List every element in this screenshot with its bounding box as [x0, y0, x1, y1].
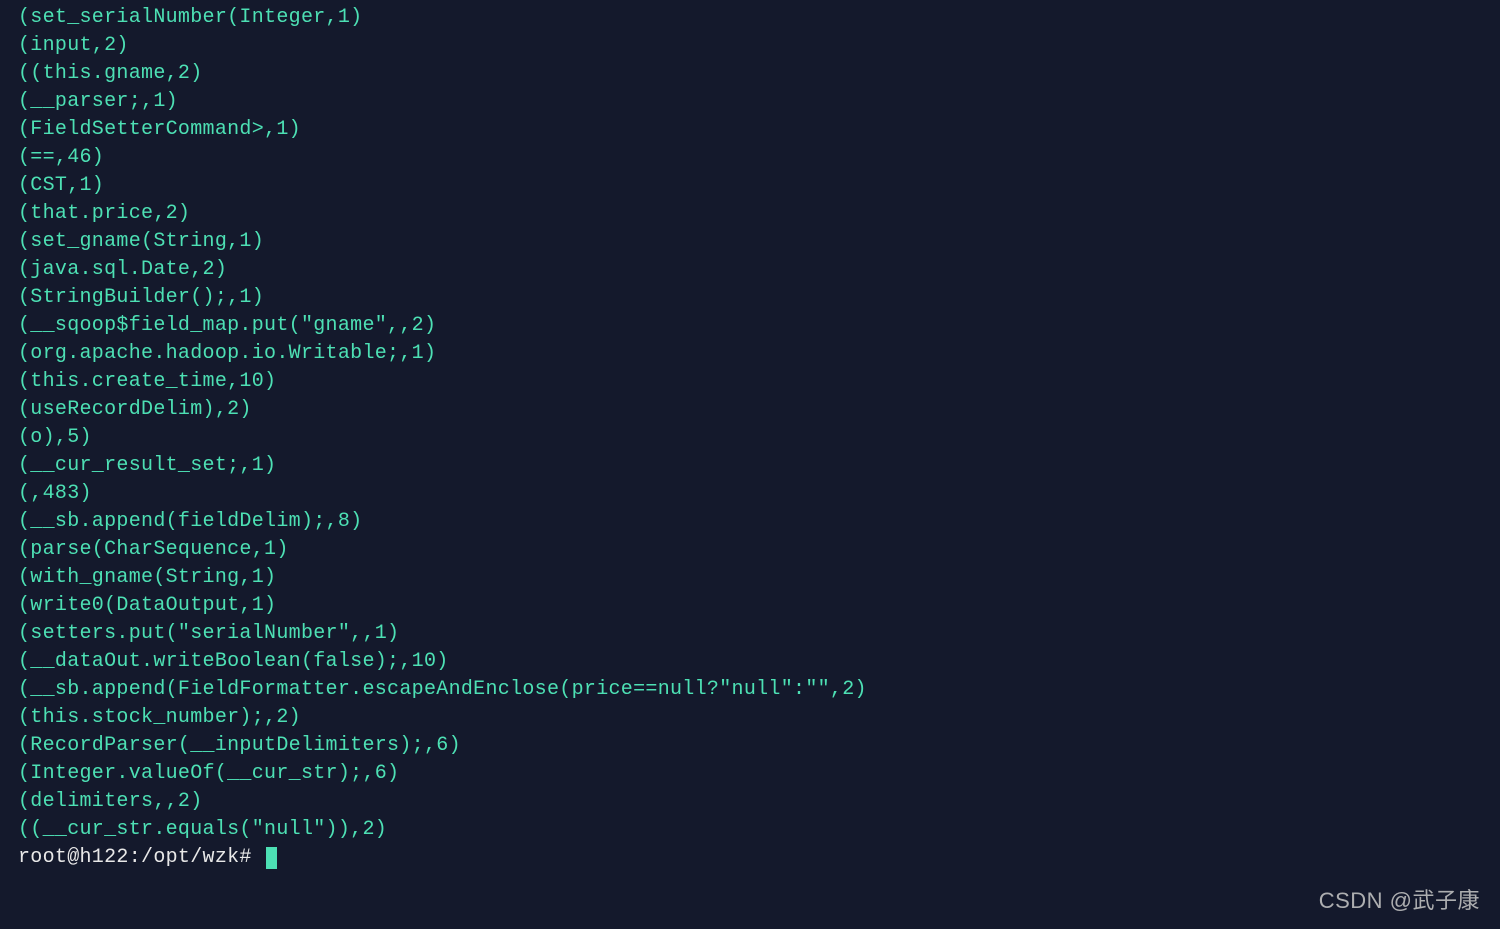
- terminal-line: (set_gname(String,1): [18, 228, 1482, 256]
- terminal-line: (__dataOut.writeBoolean(false);,10): [18, 648, 1482, 676]
- prompt-text: root@h122:/opt/wzk#: [18, 844, 264, 872]
- terminal-line: (this.stock_number);,2): [18, 704, 1482, 732]
- terminal-line: (o),5): [18, 424, 1482, 452]
- terminal-line: (parse(CharSequence,1): [18, 536, 1482, 564]
- terminal-line: (__sqoop$field_map.put("gname",,2): [18, 312, 1482, 340]
- terminal-line: (input,2): [18, 32, 1482, 60]
- terminal-line: ((__cur_str.equals("null")),2): [18, 816, 1482, 844]
- terminal-line: (setters.put("serialNumber",,1): [18, 620, 1482, 648]
- terminal-line: (FieldSetterCommand>,1): [18, 116, 1482, 144]
- terminal-line: ((this.gname,2): [18, 60, 1482, 88]
- terminal-line: (__cur_result_set;,1): [18, 452, 1482, 480]
- terminal-line: (__parser;,1): [18, 88, 1482, 116]
- terminal-line: (__sb.append(fieldDelim);,8): [18, 508, 1482, 536]
- terminal-line: (with_gname(String,1): [18, 564, 1482, 592]
- terminal-line: (useRecordDelim),2): [18, 396, 1482, 424]
- terminal-output: (set_serialNumber(Integer,1)(input,2)((t…: [18, 4, 1482, 844]
- terminal-line: (java.sql.Date,2): [18, 256, 1482, 284]
- terminal-line: (,483): [18, 480, 1482, 508]
- terminal-line: (==,46): [18, 144, 1482, 172]
- terminal-line: (this.create_time,10): [18, 368, 1482, 396]
- terminal-line: (that.price,2): [18, 200, 1482, 228]
- watermark-text: CSDN @武子康: [1319, 886, 1480, 917]
- terminal-line: (delimiters,,2): [18, 788, 1482, 816]
- terminal-line: (__sb.append(FieldFormatter.escapeAndEnc…: [18, 676, 1482, 704]
- terminal-prompt-line[interactable]: root@h122:/opt/wzk#: [18, 844, 1482, 872]
- terminal-line: (write0(DataOutput,1): [18, 592, 1482, 620]
- terminal-line: (org.apache.hadoop.io.Writable;,1): [18, 340, 1482, 368]
- terminal-line: (Integer.valueOf(__cur_str);,6): [18, 760, 1482, 788]
- terminal-line: (RecordParser(__inputDelimiters);,6): [18, 732, 1482, 760]
- terminal-line: (CST,1): [18, 172, 1482, 200]
- cursor-block: [266, 847, 277, 869]
- terminal-line: (StringBuilder();,1): [18, 284, 1482, 312]
- terminal-line: (set_serialNumber(Integer,1): [18, 4, 1482, 32]
